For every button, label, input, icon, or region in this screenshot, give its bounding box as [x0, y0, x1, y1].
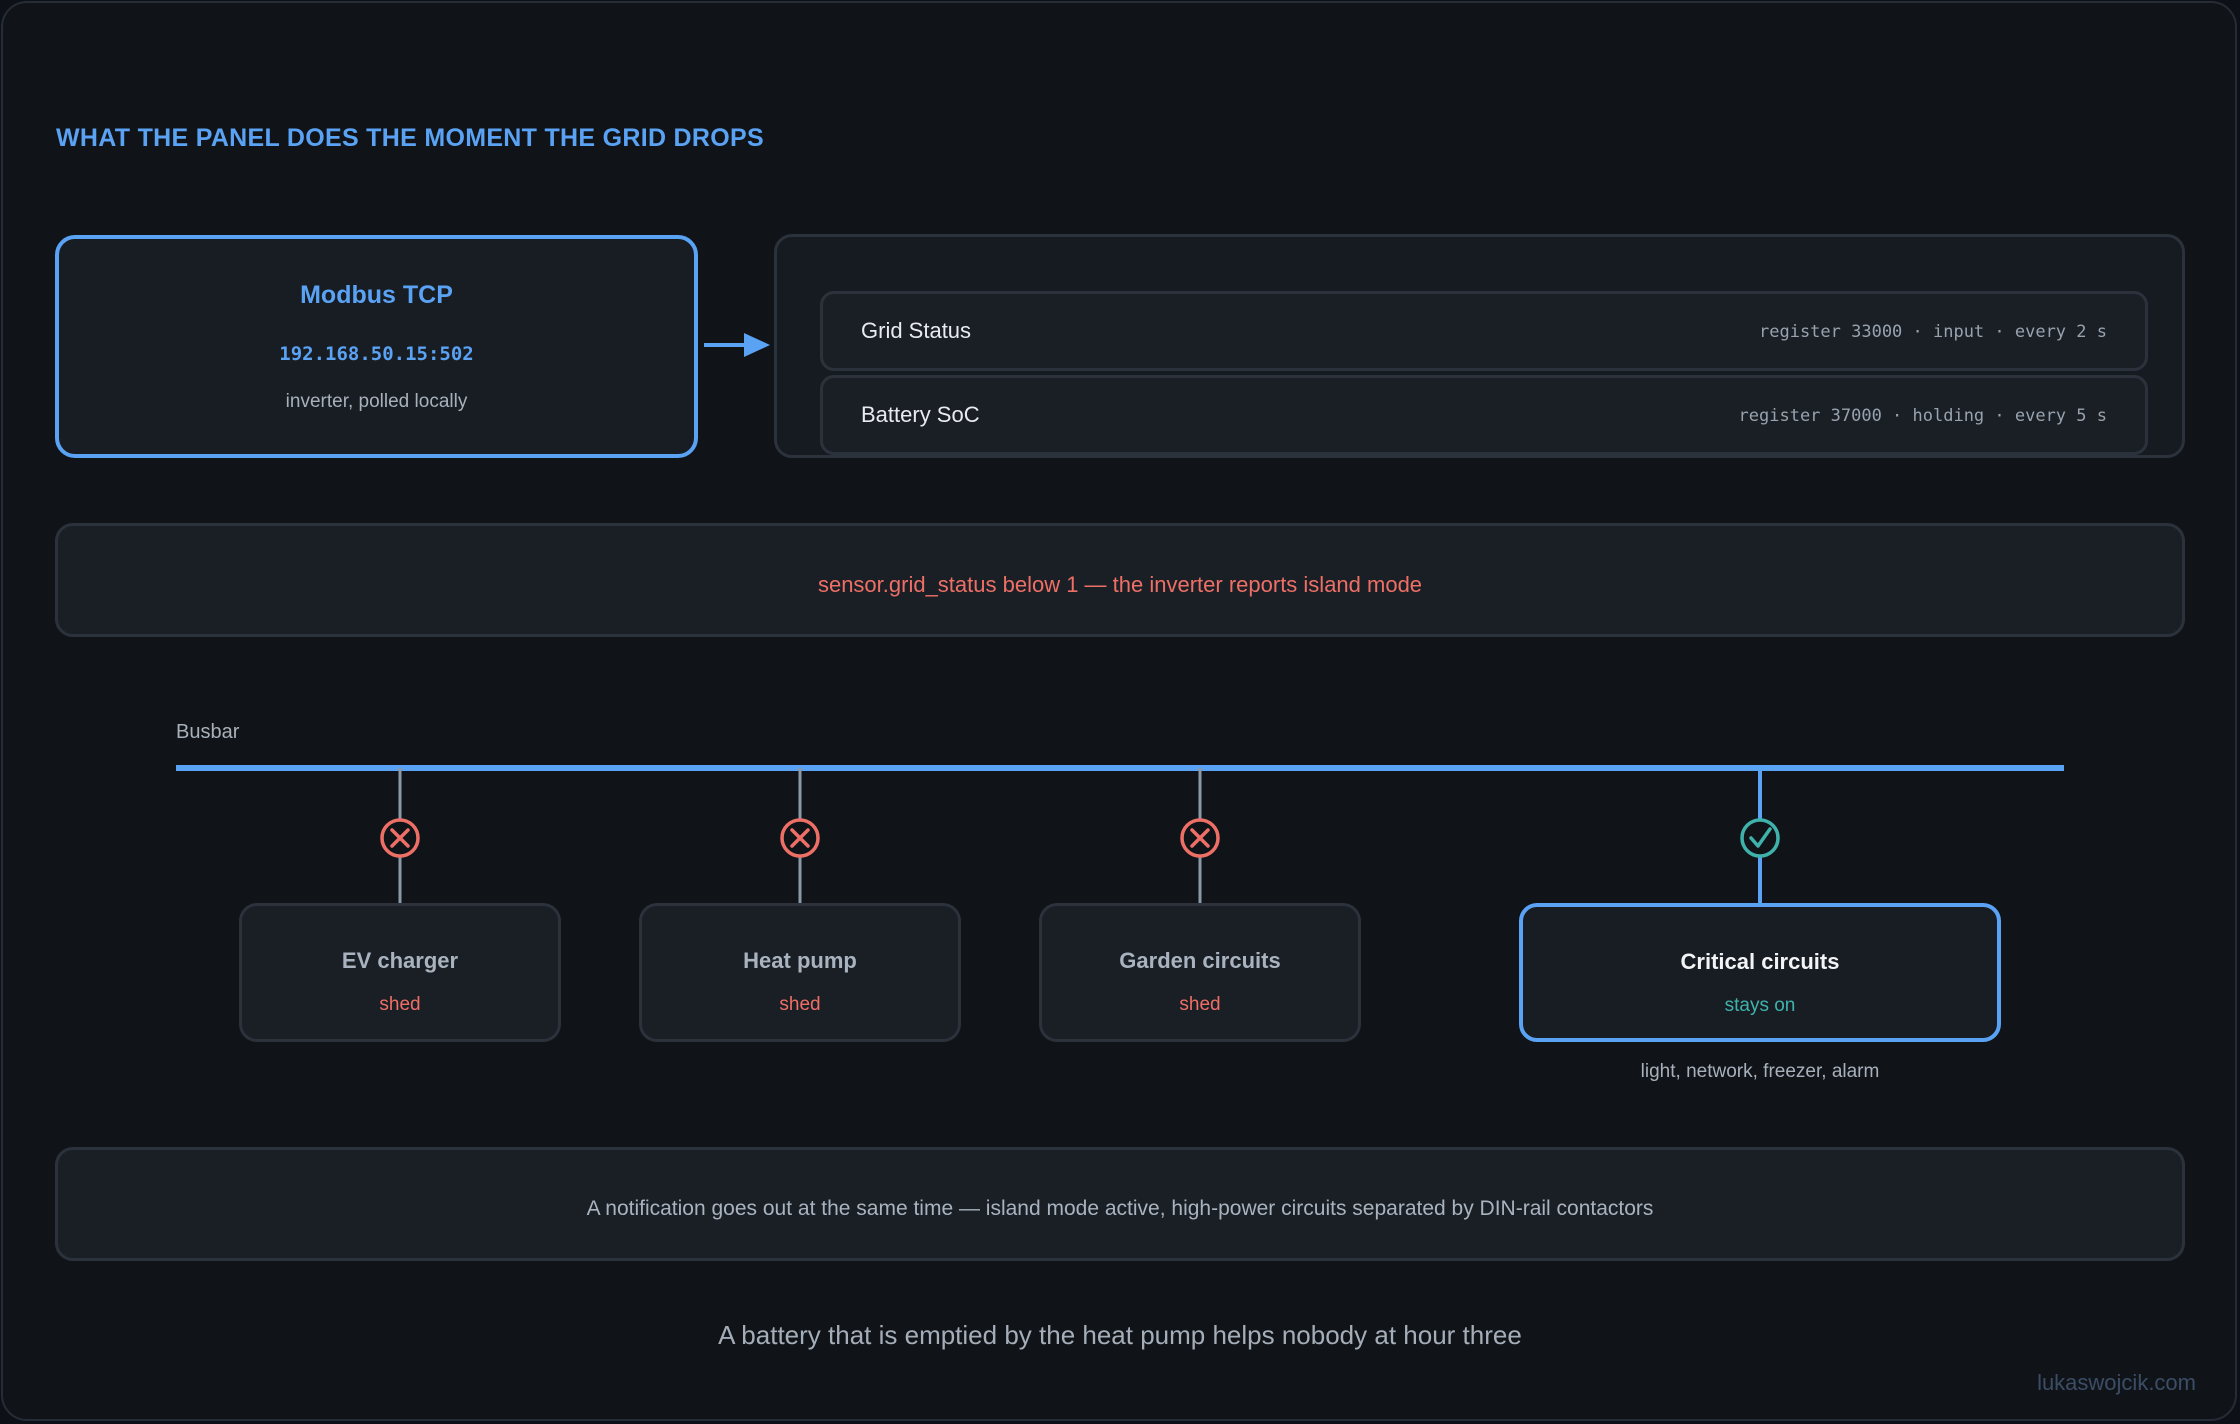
check-icon [1740, 818, 1780, 858]
circuit-state: shed [379, 994, 421, 1015]
notification-box: A notification goes out at the same time… [55, 1147, 2185, 1261]
circuit-garden: Garden circuits shed [1039, 903, 1361, 1042]
footer-caption: A battery that is emptied by the heat pu… [718, 1320, 1522, 1350]
circuit-critical: Critical circuits stays on [1519, 903, 2001, 1042]
notification-text: A notification goes out at the same time… [586, 1197, 1654, 1220]
circuit-state: shed [779, 994, 821, 1015]
shed-x-icon [380, 818, 420, 858]
flow-arrow [704, 333, 770, 357]
shed-x-icon [780, 818, 820, 858]
circuit-name: EV charger [341, 948, 459, 973]
circuit-name: Critical circuits [1680, 949, 1840, 974]
circuit-state: stays on [1724, 995, 1796, 1016]
critical-circuits-note: light, network, freezer, alarm [1640, 1061, 1880, 1082]
shed-x-icon [1180, 818, 1220, 858]
circuit-ev-charger: EV charger shed [239, 903, 561, 1042]
credit-text: lukaswojcik.com [2037, 1370, 2196, 1395]
circuit-heat-pump: Heat pump shed [639, 903, 961, 1042]
circuit-name: Heat pump [743, 948, 857, 973]
circuit-name: Garden circuits [1119, 948, 1281, 973]
circuit-state: shed [1179, 994, 1221, 1015]
